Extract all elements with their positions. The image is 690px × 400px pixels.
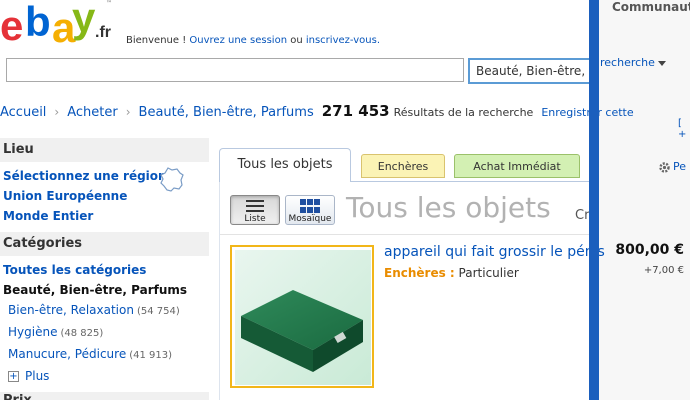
sort-label[interactable]: Cr [575, 208, 589, 223]
expand-link[interactable]: [ + [678, 118, 690, 140]
left-sidebar: Lieu Sélectionnez une région Union Europ… [0, 138, 209, 392]
listing-auction-label: Enchères : [384, 266, 455, 280]
categories-heading: Catégories [0, 232, 209, 256]
category-more-label: Plus [25, 369, 50, 383]
register-link[interactable]: inscrivez-vous. [306, 35, 380, 46]
window-edge-divider [589, 0, 599, 400]
category-current: Beauté, Bien-être, Parfums [3, 283, 188, 297]
category-hygiene[interactable]: Hygiène (48 825) [3, 322, 206, 344]
save-search-link[interactable]: Enregistrer cette [541, 106, 633, 119]
listing-price: 800,00 € [615, 242, 684, 258]
chevron-right-icon: › [125, 105, 131, 119]
list-view-button[interactable]: Liste [230, 195, 280, 225]
logo-letter-e: e [0, 2, 23, 49]
category-label: Hygiène [8, 325, 58, 339]
list-view-icon [246, 200, 264, 212]
logo-letter-b: b [25, 0, 51, 45]
breadcrumb-home[interactable]: Accueil [0, 105, 46, 120]
location-list: Sélectionnez une région Union Européenne… [0, 162, 209, 232]
category-all[interactable]: Toutes les catégories [3, 260, 206, 280]
personalize-label: Pe [673, 160, 687, 173]
signin-link[interactable]: Ouvrez une session [189, 35, 287, 46]
location-heading: Lieu [0, 138, 209, 162]
category-label: Manucure, Pédicure [8, 347, 127, 361]
logo-letter-a: a [52, 4, 75, 51]
listing-shipping: +7,00 € [643, 265, 684, 276]
category-manicure[interactable]: Manucure, Pédicure (41 913) [3, 344, 206, 366]
listing-format: Enchères : Particulier [384, 266, 519, 280]
logo-trademark: ™ [106, 0, 112, 7]
tab-auctions[interactable]: Enchères [361, 154, 445, 178]
plus-icon: + [8, 371, 19, 382]
listing-title-link[interactable]: appareil qui fait grossir le pénis [384, 244, 605, 260]
logo-suffix: .fr [95, 24, 111, 41]
listing-seller-type: Particulier [458, 266, 519, 280]
welcome-message: Bienvenue ! Ouvrez une session ou inscri… [126, 35, 380, 46]
community-link[interactable]: Communauté [612, 0, 690, 14]
grid-view-icon [300, 199, 320, 213]
gear-icon [659, 161, 670, 173]
chevron-down-icon [657, 60, 666, 66]
view-title: Tous les objets [346, 191, 551, 224]
welcome-prefix: Bienvenue ! [126, 35, 190, 46]
listing-thumbnail[interactable] [230, 245, 374, 388]
personalize-link[interactable]: Pe [658, 160, 686, 174]
location-world[interactable]: Monde Entier [3, 206, 206, 226]
list-view-label: Liste [244, 214, 266, 224]
category-count: (54 754) [136, 306, 180, 317]
breadcrumb: Accueil › Acheter › Beauté, Bien-être, Parfu… [0, 102, 634, 120]
category-label: Bien-être, Relaxation [8, 303, 134, 317]
category-wellness[interactable]: Bien-être, Relaxation (54 754) [3, 300, 206, 322]
chevron-right-icon: › [54, 105, 60, 119]
category-count: (48 825) [60, 328, 104, 339]
advanced-search-link[interactable]: recherche [600, 56, 666, 69]
breadcrumb-category[interactable]: Beauté, Bien-être, Parfums [139, 105, 314, 120]
product-image [235, 250, 371, 385]
price-heading: Prix [0, 392, 209, 400]
categories-list: Toutes les catégories Beauté, Bien-être,… [0, 256, 209, 392]
category-more[interactable]: + Plus [3, 366, 206, 386]
france-map-icon[interactable] [158, 166, 186, 194]
ebay-logo[interactable]: e b a y .fr ™ [0, 0, 118, 50]
tab-buy-now[interactable]: Achat Immédiat [454, 154, 580, 178]
advanced-search-label: recherche [600, 56, 655, 69]
mosaic-view-label: Mosaïque [288, 214, 332, 224]
results-separator [220, 234, 590, 235]
welcome-middle: ou [287, 35, 306, 46]
search-input[interactable] [6, 58, 464, 82]
breadcrumb-buy[interactable]: Acheter [67, 105, 118, 120]
result-count: 271 453 [321, 102, 390, 120]
category-count: (41 913) [129, 350, 172, 361]
result-label: Résultats de la recherche [393, 106, 534, 119]
tab-all-items[interactable]: Tous les objets [219, 148, 351, 182]
category-select[interactable]: Beauté, Bien-être, Pa [468, 58, 592, 84]
mosaic-view-button[interactable]: Mosaïque [285, 195, 335, 225]
logo-letter-y: y [72, 0, 95, 41]
